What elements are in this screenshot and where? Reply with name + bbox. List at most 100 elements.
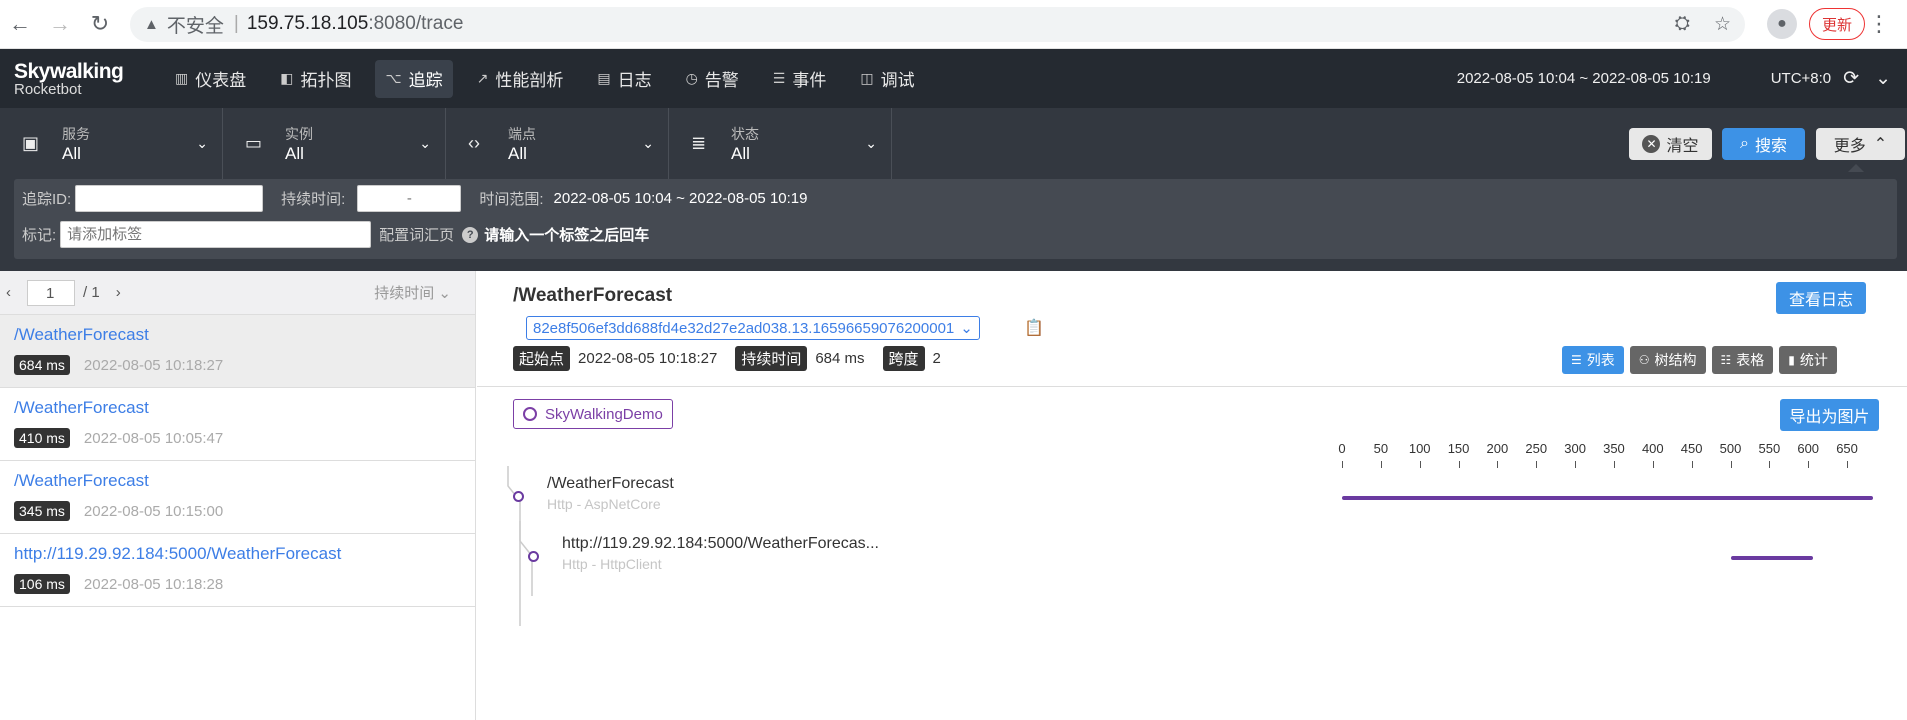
vocab-link[interactable]: 配置词汇页: [379, 224, 454, 245]
service-name: SkyWalkingDemo: [545, 405, 663, 423]
tags-input[interactable]: [60, 221, 372, 248]
table-icon: ☷: [1720, 353, 1732, 367]
chevron-right-icon[interactable]: ›: [116, 284, 121, 301]
nav-trace[interactable]: ⌥ 追踪: [375, 59, 453, 98]
app-logo: Skywalking Rocketbot: [0, 61, 165, 97]
axis-tick: [1691, 461, 1693, 468]
trace-endpoint: http://119.29.92.184:5000/WeatherForecas…: [14, 544, 342, 563]
profile-icon: ↗: [476, 70, 489, 86]
timezone-label[interactable]: UTC+8:0: [1771, 70, 1831, 87]
search-label: 搜索: [1754, 138, 1787, 155]
duration-input[interactable]: [357, 185, 462, 212]
trace-time: 2022-08-05 10:18:28: [83, 575, 224, 593]
instance-select[interactable]: ▭ 实例 All ⌄: [223, 108, 446, 179]
clear-button[interactable]: ✕ 清空: [1629, 128, 1712, 160]
chevron-down-icon: ⌄: [642, 135, 654, 151]
duration-badge: 106 ms: [14, 574, 70, 594]
select-value: All: [285, 143, 304, 163]
trace-time: 2022-08-05 10:18:27: [83, 356, 224, 374]
trace-list-item[interactable]: http://119.29.92.184:5000/WeatherForecas…: [0, 534, 475, 607]
trace-list-item[interactable]: /WeatherForecast 410 ms 2022-08-05 10:05:…: [0, 388, 475, 461]
chevron-down-icon: ⌄: [438, 285, 451, 302]
clipboard-icon[interactable]: 📋: [1024, 318, 1044, 338]
trace-list-item[interactable]: /WeatherForecast 684 ms 2022-08-05 10:18:…: [0, 315, 475, 388]
nav-topology[interactable]: ◧ 拓扑图: [270, 60, 361, 98]
forward-icon[interactable]: →: [40, 11, 80, 37]
axis-tick-label: 200: [1486, 441, 1509, 456]
address-bar[interactable]: ▲ 不安全 | 159.75.18.105 :8080/trace ⛭ ☆: [130, 6, 1745, 42]
nav-log[interactable]: ▤ 日志: [587, 60, 661, 98]
status-select[interactable]: ≣ 状态 All ⌄: [669, 108, 892, 179]
trace-list-item[interactable]: /WeatherForecast 345 ms 2022-08-05 10:15:…: [0, 461, 475, 534]
view-list-button[interactable]: ☰ 列表: [1562, 346, 1624, 374]
timeline-axis: 0 50 100 150 200 250 300 350 400 450 500 550 600 650: [477, 441, 1907, 471]
trace-id-input[interactable]: [75, 185, 264, 212]
translate-icon[interactable]: ⛭: [1675, 13, 1690, 35]
trace-time: 2022-08-05 10:15:00: [83, 502, 224, 520]
nav-event[interactable]: ☰ 事件: [763, 60, 837, 98]
browser-menu-icon[interactable]: ⋮: [1865, 11, 1893, 37]
trace-id-select[interactable]: 82e8f506ef3dd688fd4e32d27e2ad038.13.1659…: [526, 316, 980, 340]
duration-value: 684 ms: [815, 350, 865, 367]
log-icon: ▤: [597, 70, 611, 86]
circle-icon: [523, 407, 537, 421]
span-duration-bar[interactable]: [1342, 496, 1874, 500]
axis-tick: [1769, 461, 1771, 468]
more-button[interactable]: 更多 ⌃: [1816, 128, 1905, 160]
browser-toolbar: ← → ↻ ▲ 不安全 | 159.75.18.105 :8080/trace …: [0, 0, 1907, 49]
view-stats-button[interactable]: ▮ 统计: [1779, 346, 1837, 374]
view-logs-button[interactable]: 查看日志: [1776, 282, 1866, 314]
nav-debug[interactable]: ◫ 调试: [850, 60, 924, 98]
axis-tick-label: 550: [1758, 441, 1781, 456]
service-select[interactable]: ▣ 服务 All ⌄: [0, 108, 223, 179]
update-button[interactable]: 更新: [1809, 8, 1866, 40]
back-icon[interactable]: ←: [0, 11, 40, 37]
span-node-icon: [528, 551, 539, 562]
chevron-left-icon[interactable]: ‹: [6, 284, 11, 301]
axis-tick: [1847, 461, 1849, 468]
nav-alarm[interactable]: ◷ 告警: [676, 60, 749, 98]
trace-title: /WeatherForecast: [513, 285, 673, 306]
reload-icon[interactable]: ↻: [80, 11, 120, 37]
select-value: All: [508, 143, 527, 163]
axis-tick-label: 100: [1408, 441, 1431, 456]
topology-icon: ◧: [280, 70, 294, 86]
warning-icon: ▲: [144, 15, 159, 33]
time-range-picker[interactable]: 2022-08-05 10:04 ~ 2022-08-05 10:19: [1457, 70, 1711, 87]
select-label: 状态: [731, 125, 759, 142]
span-row[interactable]: /WeatherForecast Http - AspNetCore: [547, 475, 674, 512]
help-icon[interactable]: ?: [462, 226, 479, 243]
tags-hint: 请输入一个标签之后回车: [484, 227, 650, 244]
trace-list-panel: ‹ 1 / 1 › 持续时间 ⌄ /WeatherForecast 684 ms…: [0, 271, 476, 720]
bookmark-star-icon[interactable]: ☆: [1714, 13, 1731, 36]
trace-icon: ⌥: [385, 70, 402, 86]
search-button[interactable]: ⌕ 搜索: [1722, 128, 1805, 160]
axis-tick: [1497, 461, 1499, 468]
nav-profile[interactable]: ↗ 性能剖析: [467, 60, 574, 98]
page-input[interactable]: 1: [27, 279, 75, 306]
service-chip[interactable]: SkyWalkingDemo: [513, 399, 673, 429]
chevron-down-icon: ⌄: [865, 135, 877, 151]
span-node-icon: [513, 491, 524, 502]
axis-tick: [1458, 461, 1460, 468]
sort-select[interactable]: 持续时间 ⌄: [374, 282, 451, 303]
span-row[interactable]: http://119.29.92.184:5000/WeatherForecas…: [562, 535, 879, 572]
view-tree-button[interactable]: ⚇ 树结构: [1629, 346, 1706, 374]
endpoint-select[interactable]: ‹› 端点 All ⌄: [446, 108, 669, 179]
span-duration-bar[interactable]: [1730, 556, 1813, 560]
filter-bar: ▣ 服务 All ⌄ ▭ 实例 All ⌄ ‹› 端点 All ⌄ ≣ 状态 All ⌄…: [0, 108, 1907, 271]
axis-tick-label: 500: [1719, 441, 1742, 456]
time-range-value[interactable]: 2022-08-05 10:04 ~ 2022-08-05 10:19: [554, 190, 808, 207]
nav-label: 告警: [704, 71, 739, 90]
view-table-button[interactable]: ☷ 表格: [1711, 346, 1774, 374]
profile-avatar[interactable]: ●: [1767, 9, 1797, 39]
list-icon: ☰: [1571, 353, 1582, 367]
chevron-down-icon[interactable]: ⌄: [1875, 67, 1891, 90]
trace-endpoint: /WeatherForecast: [14, 471, 149, 490]
refresh-icon[interactable]: ⟳: [1843, 67, 1859, 90]
nav-dashboard[interactable]: ▥ 仪表盘: [165, 60, 256, 98]
event-icon: ☰: [772, 70, 786, 86]
axis-tick-label: 300: [1564, 441, 1586, 456]
export-image-button[interactable]: 导出为图片: [1780, 399, 1879, 431]
axis-tick: [1575, 461, 1577, 468]
